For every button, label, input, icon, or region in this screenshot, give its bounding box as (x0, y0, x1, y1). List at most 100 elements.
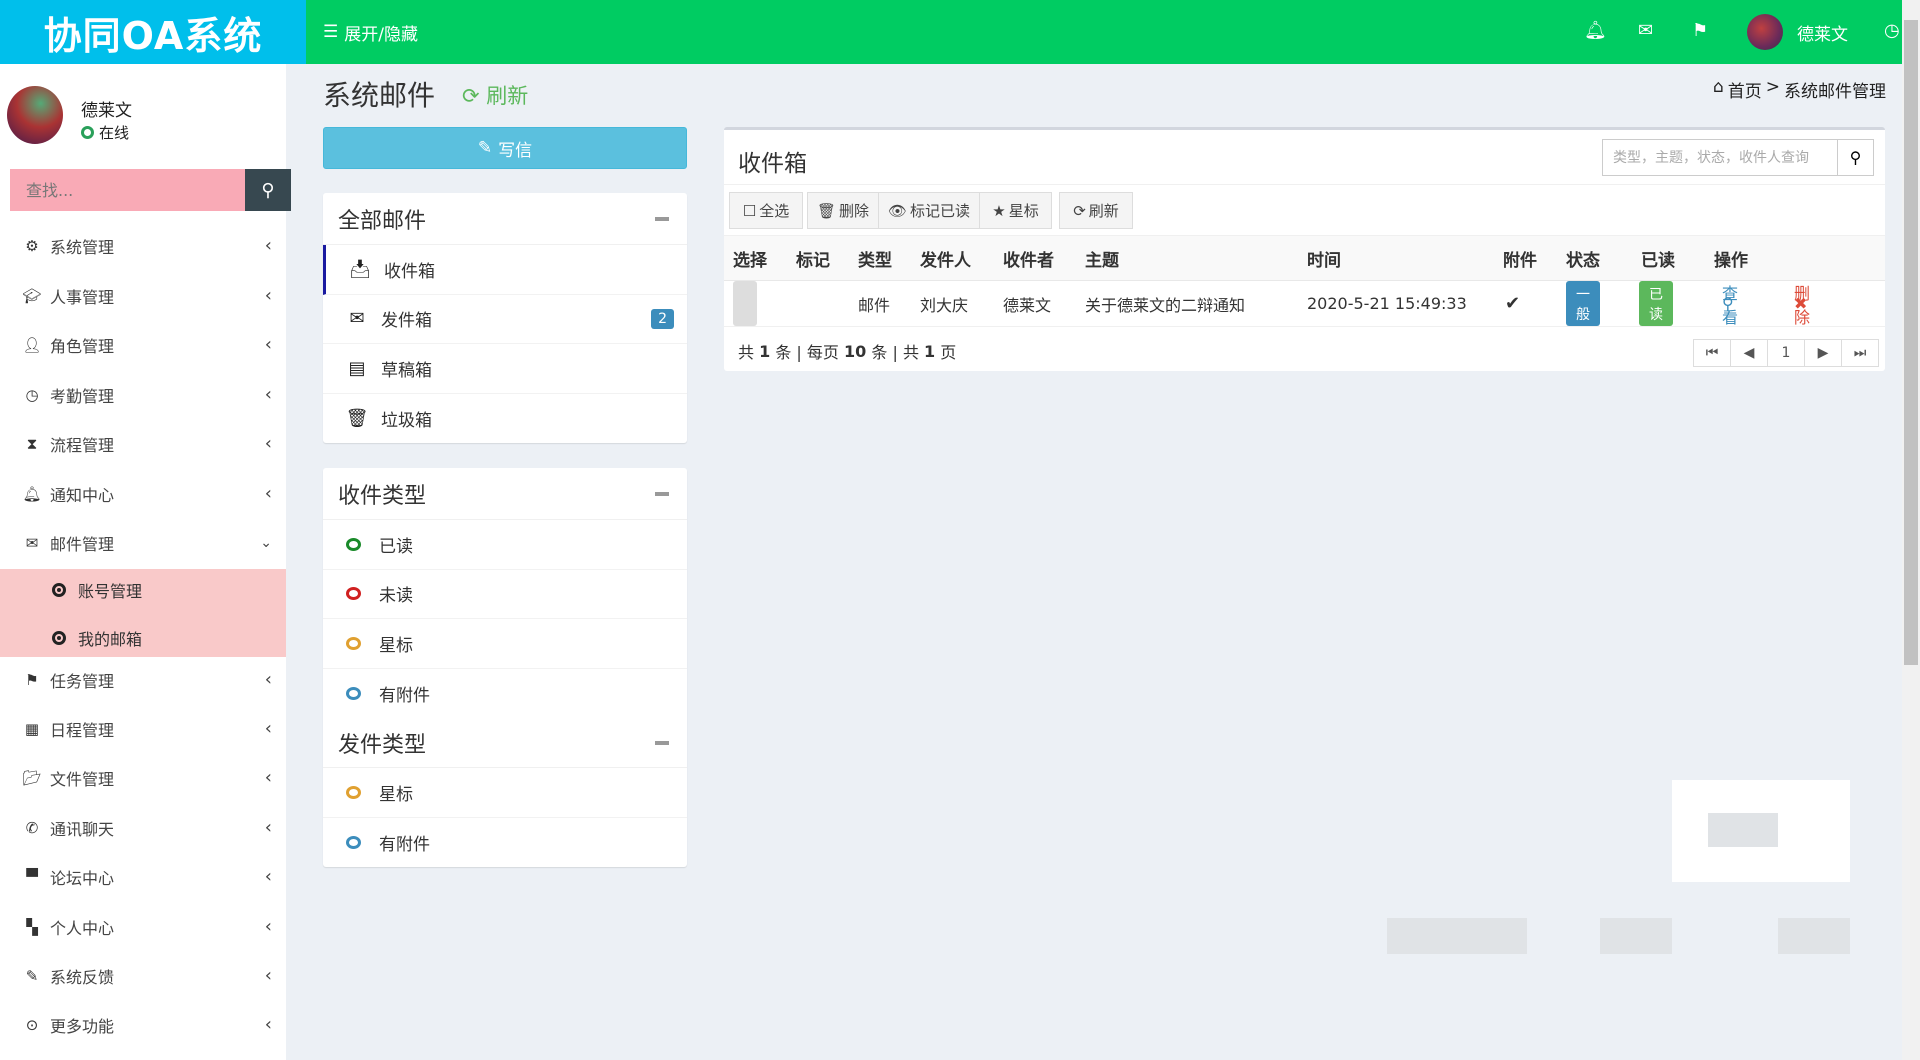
circle-icon (346, 785, 361, 799)
refresh-label: 刷新 (486, 84, 529, 108)
inbox-title: 收件箱 (738, 151, 807, 177)
envelope-icon[interactable]: ✉ (1638, 20, 1653, 41)
delete-button[interactable]: 🗑︎ 删除 (807, 192, 879, 229)
filter-starred[interactable]: 星标 (323, 619, 687, 669)
star-button[interactable]: ★ 星标 (979, 192, 1052, 229)
folder-inbox[interactable]: 📥︎ 收件箱 (323, 245, 687, 295)
page-title: 系统邮件 (323, 79, 436, 112)
breadcrumb-separator: > (1765, 77, 1780, 97)
sidebar-item-process[interactable]: ⧗ 流程管理 ‹ (0, 419, 286, 469)
submenu-item-account[interactable]: 账号管理 (52, 578, 142, 602)
chevron-left-icon: ‹ (264, 965, 272, 987)
page-refresh-link[interactable]: ⟳ 刷新 (462, 80, 528, 110)
folder-sent[interactable]: ✉ 发件箱 2 (323, 295, 687, 344)
per-page: 10 (844, 341, 867, 361)
menu-label: 系统反馈 (50, 967, 115, 987)
sidebar-item-profile[interactable]: ▚ 个人中心 ‹ (0, 902, 286, 952)
flag-icon[interactable]: ⚑ (1692, 20, 1708, 41)
filter-sent-starred[interactable]: 星标 (323, 768, 687, 818)
user-menu-name[interactable]: 德莱文 (1797, 0, 1848, 64)
folder-label: 草稿箱 (381, 360, 432, 381)
next-page-icon[interactable]: ▶ (1804, 339, 1842, 367)
delete-link[interactable]: ✖ 删除 (1794, 281, 1810, 327)
user-avatar[interactable] (1747, 14, 1783, 50)
chevron-left-icon: ‹ (264, 384, 272, 406)
filter-unread[interactable]: 未读 (323, 570, 687, 619)
inbox-search-input[interactable] (1602, 139, 1838, 176)
folder-trash[interactable]: 🗑︎ 垃圾箱 (323, 394, 687, 444)
sidebar-toggle-button[interactable]: ☰ 展开/隐藏 (323, 0, 418, 64)
compose-button[interactable]: ✎ 写信 (323, 127, 687, 169)
read-label: 已读 (1639, 281, 1673, 326)
breadcrumb-home[interactable]: 首页 (1728, 77, 1762, 102)
filter-label: 已读 (379, 536, 413, 557)
circle-icon (346, 686, 361, 700)
col-time: 时间 (1307, 250, 1341, 271)
bell-icon[interactable]: 🔔︎ (1584, 20, 1607, 41)
status-label: 一般 (1566, 281, 1600, 326)
inbox-search-button[interactable]: ⚲ (1838, 139, 1874, 176)
sidebar-item-feedback[interactable]: ✎ 系统反馈 ‹ (0, 951, 286, 1001)
chevron-left-icon: ‹ (264, 334, 272, 356)
filter-attachment[interactable]: 有附件 (323, 669, 687, 719)
sidebar-item-files[interactable]: 📂︎ 文件管理 ‹ (0, 753, 286, 803)
sidebar-item-mail[interactable]: ✉ 邮件管理 ⌄ (0, 518, 286, 568)
filter-label: 星标 (379, 784, 413, 805)
table-row[interactable]: 邮件 刘大庆 德莱文 关于德莱文的二辩通知 2020-5-21 15:49:33… (724, 281, 1885, 327)
search-icon: ⚲ (1849, 149, 1862, 167)
page-scrollbar[interactable] (1902, 0, 1920, 1060)
select-all-button[interactable]: ☐ 全选 (729, 192, 803, 229)
search-button[interactable]: ⚲ (245, 169, 291, 211)
btn-label: 标记已读 (910, 202, 971, 220)
sidebar-item-system[interactable]: ⚙ 系统管理 ‹ (0, 221, 286, 271)
chevron-left-icon: ‹ (264, 669, 272, 691)
prev-page-icon[interactable]: ◀ (1730, 339, 1768, 367)
cell-subject[interactable]: 关于德莱文的二辩通知 (1085, 281, 1245, 326)
last-page-icon[interactable]: ⏭ (1841, 339, 1879, 367)
sidebar-item-chat[interactable]: ✆ 通讯聊天 ‹ (0, 803, 286, 853)
first-page-icon[interactable]: ⏮ (1693, 339, 1731, 367)
circle-dot-icon: ⊙ (25, 1015, 39, 1034)
circle-icon (346, 835, 361, 849)
filter-read[interactable]: 已读 (323, 520, 687, 570)
collapse-icon[interactable] (655, 491, 669, 496)
collapse-icon[interactable] (655, 740, 669, 745)
col-read: 已读 (1641, 250, 1675, 271)
sidebar-item-schedule[interactable]: ▦ 日程管理 ‹ (0, 704, 286, 754)
sidebar-item-more[interactable]: ⊙ 更多功能 ‹ (0, 1000, 286, 1050)
mail-submenu (0, 569, 286, 657)
refresh-button[interactable]: ⟳ 刷新 (1059, 192, 1133, 229)
sidebar-item-forum[interactable]: ▀ 论坛中心 ‹ (0, 852, 286, 902)
sidebar-item-notice[interactable]: 🔔︎ 通知中心 ‹ (0, 469, 286, 519)
compose-label: 写信 (498, 140, 533, 161)
sidebar-search-input[interactable] (10, 169, 245, 211)
mark-read-button[interactable]: 👁︎ 标记已读 (878, 192, 980, 229)
chevron-left-icon: ‹ (264, 718, 272, 740)
chevron-left-icon: ‹ (264, 285, 272, 307)
app-logo[interactable]: 协同OA系统 (0, 0, 306, 64)
folder-drafts[interactable]: ▤ 草稿箱 (323, 344, 687, 394)
row-checkbox[interactable] (733, 281, 757, 326)
view-link[interactable]: ⚲ 查看 (1722, 281, 1738, 327)
footer-text: 页 (940, 343, 957, 362)
calendar-icon: ▦ (24, 719, 40, 738)
sidebar-item-roles[interactable]: 👤︎ 角色管理 ‹ (0, 320, 286, 370)
col-actions: 操作 (1714, 250, 1748, 271)
btn-label: 星标 (1008, 202, 1039, 220)
collapse-icon[interactable] (655, 216, 669, 221)
sidebar-item-attendance[interactable]: ◷ 考勤管理 ‹ (0, 370, 286, 420)
blurred-region (1708, 813, 1778, 847)
filter-sent-attachment[interactable]: 有附件 (323, 818, 687, 868)
submenu-item-mailbox[interactable]: 我的邮箱 (52, 626, 142, 650)
sidebar-item-hr[interactable]: 🎓︎ 人事管理 ‹ (0, 271, 286, 321)
scrollbar-thumb[interactable] (1904, 20, 1918, 665)
menu-label: 个人中心 (50, 918, 115, 938)
hourglass-icon: ⧗ (26, 434, 38, 453)
clock-icon[interactable]: ◷ (1884, 20, 1900, 41)
sidebar-item-tasks[interactable]: ⚑ 任务管理 ‹ (0, 655, 286, 705)
current-page[interactable]: 1 (1767, 339, 1805, 367)
refresh-icon: ⟳ (462, 84, 480, 108)
blurred-region (1778, 918, 1850, 954)
folder-label: 垃圾箱 (381, 410, 432, 431)
breadcrumb: ⌂ 首页 > 系统邮件管理 (1713, 77, 1886, 102)
